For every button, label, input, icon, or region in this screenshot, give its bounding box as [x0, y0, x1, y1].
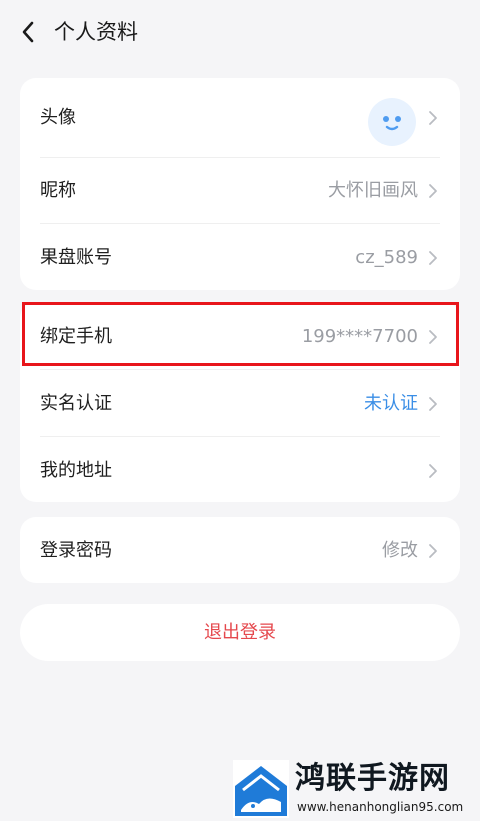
bind-phone-value: 199****7700 [301, 326, 418, 347]
avatar-row[interactable]: 头像 [20, 84, 460, 151]
address-label: 我的地址 [40, 460, 112, 481]
password-card: 登录密码 修改 [20, 517, 460, 583]
back-button[interactable] [14, 18, 42, 46]
account-label: 果盘账号 [40, 247, 112, 268]
top-bar: 个人资料 [0, 0, 480, 66]
avatar-label: 头像 [40, 107, 76, 128]
chevron-right-icon [429, 544, 437, 558]
profile-basic-card: 头像 昵称 大怀旧画风 果盘账号 cz_589 [20, 78, 460, 290]
watermark-title: 鸿联手游网 [295, 761, 450, 796]
smiley-face-icon [383, 116, 401, 131]
login-password-label: 登录密码 [40, 540, 112, 561]
account-row[interactable]: 果盘账号 cz_589 [20, 224, 460, 291]
nickname-row[interactable]: 昵称 大怀旧画风 [20, 157, 460, 224]
chevron-right-icon [429, 111, 437, 125]
watermark: 鸿联手游网 www.henanhonglian95.com [233, 759, 473, 819]
real-name-status: 未认证 [364, 393, 418, 414]
logout-button[interactable]: 退出登录 [20, 604, 460, 661]
login-password-action: 修改 [382, 540, 418, 561]
bind-phone-label: 绑定手机 [40, 326, 112, 347]
chevron-right-icon [429, 251, 437, 265]
real-name-row[interactable]: 实名认证 未认证 [20, 370, 460, 437]
chevron-right-icon [429, 330, 437, 344]
page-title: 个人资料 [54, 20, 138, 44]
logout-label: 退出登录 [204, 622, 276, 643]
nickname-value: 大怀旧画风 [328, 180, 418, 201]
nickname-label: 昵称 [40, 180, 76, 201]
bind-phone-row[interactable]: 绑定手机 199****7700 [20, 303, 460, 370]
account-value: cz_589 [355, 247, 418, 268]
avatar[interactable] [368, 98, 416, 146]
chevron-right-icon [429, 464, 437, 478]
watermark-url: www.henanhonglian95.com [297, 800, 464, 814]
chevron-left-icon [22, 21, 34, 43]
address-row[interactable]: 我的地址 [20, 437, 460, 504]
chevron-right-icon [429, 184, 437, 198]
chevron-right-icon [429, 397, 437, 411]
real-name-label: 实名认证 [40, 393, 112, 414]
account-security-card: 绑定手机 199****7700 实名认证 未认证 我的地址 [20, 302, 460, 502]
login-password-row[interactable]: 登录密码 修改 [20, 517, 460, 584]
house-logo-icon [233, 760, 289, 818]
